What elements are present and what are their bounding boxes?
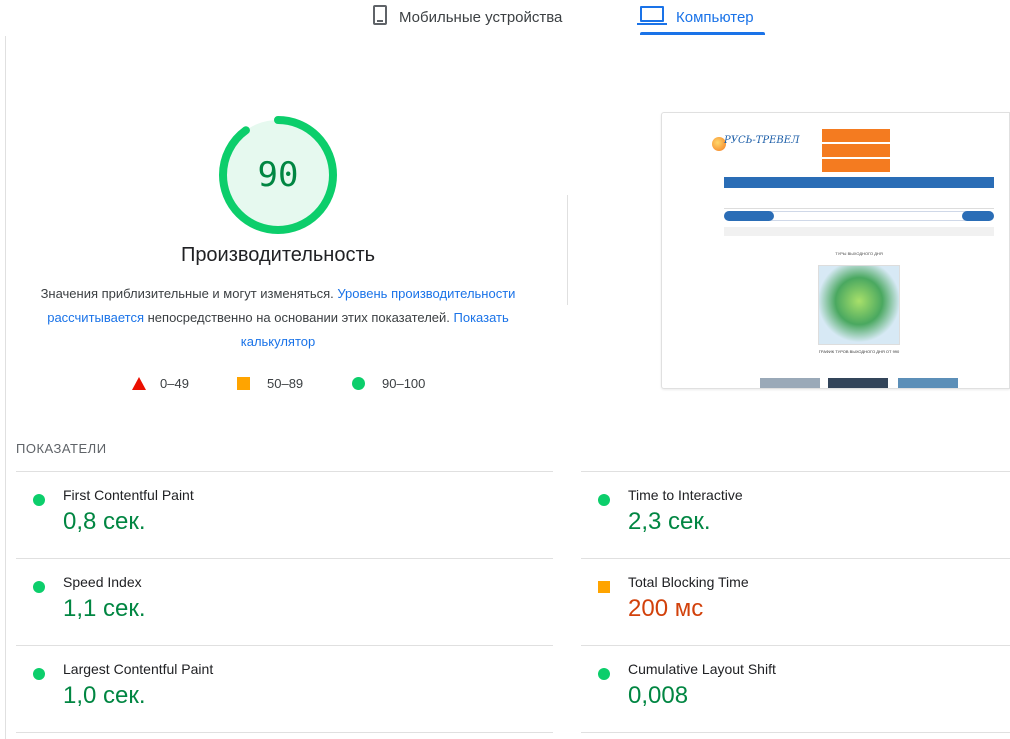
site-news-bar [724, 211, 994, 221]
page-screenshot-thumbnail[interactable]: РУСЬ-ТРЕВЕЛ ТУРЫ ВЫХОДНОГО ДНЯ ГРАФИК ТУ… [661, 112, 1010, 389]
green-circle-icon [33, 581, 45, 593]
left-divider [5, 36, 6, 739]
green-circle-icon [352, 376, 365, 390]
metric-name: Time to Interactive [628, 487, 743, 503]
metric-time-to-interactive: Time to Interactive 2,3 сек. [598, 487, 998, 573]
site-photo [898, 378, 958, 388]
orange-square-icon [598, 581, 610, 593]
site-breadcrumb [724, 227, 994, 236]
performance-score: 90 [257, 155, 299, 195]
metric-value: 0,008 [628, 682, 689, 709]
site-tour-image [818, 265, 900, 345]
divider [581, 471, 1010, 472]
site-tour-caption: ГРАФИК ТУРОВ ВЫХОДНОГО ДНЯ ОТ 990 [818, 349, 900, 354]
metric-speed-index: Speed Index 1,1 сек. [33, 574, 433, 660]
metric-total-blocking-time: Total Blocking Time 200 мс [598, 574, 998, 660]
metric-cumulative-layout-shift: Cumulative Layout Shift 0,008 [598, 661, 998, 739]
site-nav-bar [724, 177, 994, 188]
promo-banner [822, 129, 890, 142]
legend-average-label: 50–89 [267, 375, 304, 391]
metric-value: 1,0 сек. [63, 682, 146, 709]
red-triangle-icon [132, 376, 146, 390]
description-text-1: Значения приблизительные и могут изменят… [40, 286, 338, 301]
metric-value: 2,3 сек. [628, 508, 711, 535]
divider [16, 471, 553, 472]
legend-fail-label: 0–49 [160, 375, 189, 391]
orange-square-icon [237, 376, 250, 390]
metric-name: Total Blocking Time [628, 574, 749, 590]
green-circle-icon [33, 668, 45, 680]
metric-largest-contentful-paint: Largest Contentful Paint 1,0 сек. [33, 661, 433, 739]
metric-name: Cumulative Layout Shift [628, 661, 776, 677]
tab-mobile[interactable]: Мобильные устройства [373, 0, 562, 34]
tab-mobile-label: Мобильные устройства [399, 8, 563, 26]
green-circle-icon [33, 494, 45, 506]
laptop-icon [637, 6, 667, 25]
description-text-2: непосредственно на основании этих показа… [144, 310, 454, 325]
tab-desktop[interactable]: Компьютер [637, 0, 754, 34]
metric-first-contentful-paint: First Contentful Paint 0,8 сек. [33, 487, 433, 573]
legend-average: 50–89 [237, 374, 303, 392]
metric-value: 200 мс [628, 595, 704, 622]
metric-name: Speed Index [63, 574, 142, 590]
site-photo [828, 378, 888, 388]
legend-fail: 0–49 [132, 374, 189, 392]
site-logo: РУСЬ-ТРЕВЕЛ [724, 135, 800, 146]
green-circle-icon [598, 668, 610, 680]
legend-pass-label: 90–100 [382, 375, 426, 391]
promo-banner [822, 159, 890, 172]
performance-description: Значения приблизительные и могут изменят… [36, 282, 520, 354]
tab-desktop-label: Компьютер [676, 8, 754, 26]
promo-banner [822, 144, 890, 157]
metric-name: First Contentful Paint [63, 487, 194, 503]
metrics-heading: ПОКАЗАТЕЛИ [16, 441, 107, 456]
center-divider [567, 195, 568, 305]
site-photo [760, 378, 820, 388]
legend-pass: 90–100 [352, 374, 425, 392]
site-subnav [724, 193, 994, 209]
phone-icon [373, 5, 387, 25]
site-section-title: ТУРЫ ВЫХОДНОГО ДНЯ [835, 251, 883, 256]
active-tab-indicator [640, 32, 765, 35]
performance-title: Производительность [180, 244, 376, 266]
metric-name: Largest Contentful Paint [63, 661, 214, 677]
metric-value: 0,8 сек. [63, 508, 146, 535]
green-circle-icon [598, 494, 610, 506]
metric-value: 1,1 сек. [63, 595, 146, 622]
device-tabs: Мобильные устройства Компьютер [0, 0, 1010, 36]
